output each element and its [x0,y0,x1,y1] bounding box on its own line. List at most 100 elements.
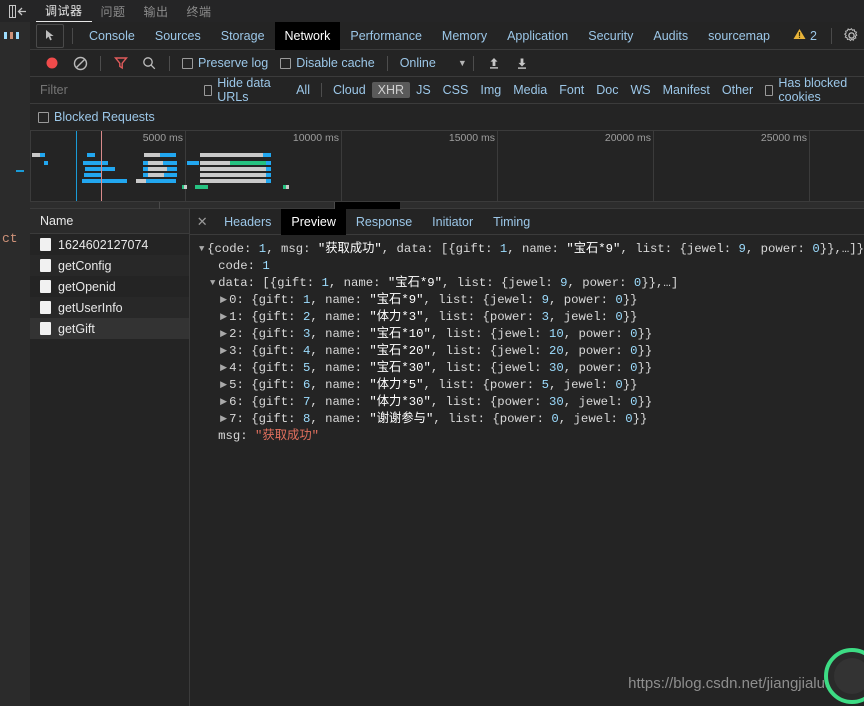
checkbox-box [182,57,193,69]
overview-scrollbar[interactable] [30,201,864,209]
request-list-column-name[interactable]: Name [30,209,190,234]
tabbar-divider-2 [831,27,832,44]
tab-sources[interactable]: Sources [145,22,211,50]
table-row[interactable]: getOpenid [30,276,189,297]
file-icon [40,259,51,272]
json-array-item-row[interactable]: ▶ 0: {gift: 1, name: "宝石*9", list: {jewel… [196,292,864,309]
json-data-row[interactable]: ▼ data: [{gift: 1 , name: "宝石*9" , list:… [196,275,864,292]
json-array-item-row[interactable]: ▶ 5: {gift: 6, name: "体力*5", list: {power… [196,377,864,394]
filter-type-doc[interactable]: Doc [590,82,624,98]
panel-collapse-icon[interactable] [0,0,36,22]
warning-triangle-icon [793,27,806,45]
editor-tab-debugger[interactable]: 调试器 [36,0,92,22]
filter-type-js[interactable]: JS [410,82,437,98]
tab-console[interactable]: Console [79,22,145,50]
chevron-right-icon[interactable]: ▶ [218,309,229,326]
search-icon[interactable] [135,52,163,74]
chevron-right-icon[interactable]: ▶ [218,411,229,428]
json-value: 2 [302,310,311,324]
blocked-requests-checkbox[interactable]: Blocked Requests [38,110,161,124]
chevron-right-icon[interactable]: ▶ [218,377,229,394]
tab-label: Response [355,214,413,229]
filter-type-media[interactable]: Media [507,82,553,98]
network-body: Name 1624602127074 getConfig getOpenid g… [30,208,864,706]
tab-storage[interactable]: Storage [211,22,275,50]
export-har-icon[interactable] [508,52,536,74]
filter-type-manifest[interactable]: Manifest [657,82,716,98]
chevron-right-icon[interactable]: ▶ [218,326,229,343]
tab-response[interactable]: Response [346,209,422,235]
json-index-key: 5: {gift: [229,378,303,392]
json-key: data: [{gift: [218,276,322,290]
disable-cache-checkbox[interactable]: Disable cache [274,56,381,70]
filter-type-img[interactable]: Img [474,82,507,98]
table-row[interactable]: 1624602127074 [30,234,189,255]
json-array-item-row[interactable]: ▶ 6: {gift: 7, name: "体力*30", list: {powe… [196,394,864,411]
filter-type-all[interactable]: All [290,82,316,98]
json-array-item-row[interactable]: ▶ 1: {gift: 2, name: "体力*3", list: {power… [196,309,864,326]
warning-count-badge[interactable]: 2 [793,27,825,45]
filter-type-xhr[interactable]: XHR [371,82,411,98]
filter-type-css[interactable]: CSS [437,82,475,98]
overview-tick-label: 5000 ms [142,132,183,144]
json-preview-tree: ▼ {code: 1 , msg: "获取成功" , data: [{gift:… [190,235,864,445]
json-array-item-row[interactable]: ▶ 2: {gift: 3, name: "宝石*10", list: {jewe… [196,326,864,343]
table-row[interactable]: getUserInfo [30,297,190,318]
tab-preview[interactable]: Preview [281,208,346,235]
throttling-select[interactable]: Online ▼ [394,56,467,70]
tab-performance[interactable]: Performance [340,22,432,50]
dom-content-loaded-line [76,131,77,208]
tab-memory[interactable]: Memory [432,22,497,50]
filter-icon[interactable] [107,52,135,74]
record-icon[interactable] [38,52,66,74]
json-value: 0 [615,310,623,324]
chevron-right-icon[interactable]: ▶ [218,360,229,377]
tab-security[interactable]: Security [578,22,643,50]
table-row-selected[interactable]: getGift [30,318,190,339]
tab-application[interactable]: Application [497,22,578,50]
chevron-right-icon[interactable]: ▶ [218,292,229,309]
checkbox-box [765,84,774,96]
tab-sourcemap[interactable]: sourcemap [698,22,780,50]
tab-audits[interactable]: Audits [643,22,698,50]
editor-tab-output[interactable]: 输出 [135,0,178,22]
chevron-right-icon[interactable]: ▶ [218,343,229,360]
json-text: , power: [563,361,631,375]
tab-network[interactable]: Network [274,21,341,50]
close-icon[interactable]: ✕ [190,214,214,230]
gear-icon[interactable] [838,28,864,43]
filter-type-other[interactable]: Other [716,82,759,98]
filter-input[interactable] [38,82,198,98]
tab-initiator[interactable]: Initiator [422,209,483,235]
hide-data-urls-checkbox[interactable]: Hide data URLs [198,76,284,104]
json-array-item-row[interactable]: ▶ 7: {gift: 8, name: "谢谢参与", list: {power… [196,411,864,428]
json-value: 5 [541,378,549,392]
editor-tab-problems[interactable]: 问题 [92,0,135,22]
table-row[interactable]: getConfig [30,255,190,276]
import-har-icon[interactable] [480,52,508,74]
filter-type-cloud[interactable]: Cloud [327,82,372,98]
json-text: , data: [{gift: [381,242,500,256]
clear-icon[interactable] [66,52,94,74]
chevron-down-icon[interactable]: ▼ [196,241,207,258]
json-text: }} [622,378,638,392]
tab-label: Storage [220,28,265,43]
preserve-log-checkbox[interactable]: Preserve log [176,56,274,70]
editor-tab-terminal[interactable]: 终端 [178,0,221,22]
watermark: https://blog.csdn.net/jiangjialuan2 [628,675,850,692]
tab-headers[interactable]: Headers [214,209,281,235]
json-root-row[interactable]: ▼ {code: 1 , msg: "获取成功" , data: [{gift:… [196,241,864,258]
json-value: "宝石*20" [369,344,431,358]
chevron-right-icon[interactable]: ▶ [218,394,229,411]
inspect-element-icon[interactable] [36,23,64,48]
json-value: 0 [630,361,638,375]
filter-type-ws[interactable]: WS [625,82,657,98]
has-blocked-cookies-checkbox[interactable]: Has blocked cookies [759,76,864,104]
tab-timing[interactable]: Timing [483,209,540,235]
network-overview-timeline[interactable]: 5000 ms 10000 ms 15000 ms 20000 ms 25000… [30,131,864,209]
json-array-item-row[interactable]: ▶ 3: {gift: 4, name: "宝石*20", list: {jewe… [196,343,864,360]
filter-type-font[interactable]: Font [553,82,590,98]
toolbar-divider-2 [169,55,170,71]
chevron-down-icon[interactable]: ▼ [207,275,218,292]
json-array-item-row[interactable]: ▶ 4: {gift: 5, name: "宝石*30", list: {jewe… [196,360,864,377]
